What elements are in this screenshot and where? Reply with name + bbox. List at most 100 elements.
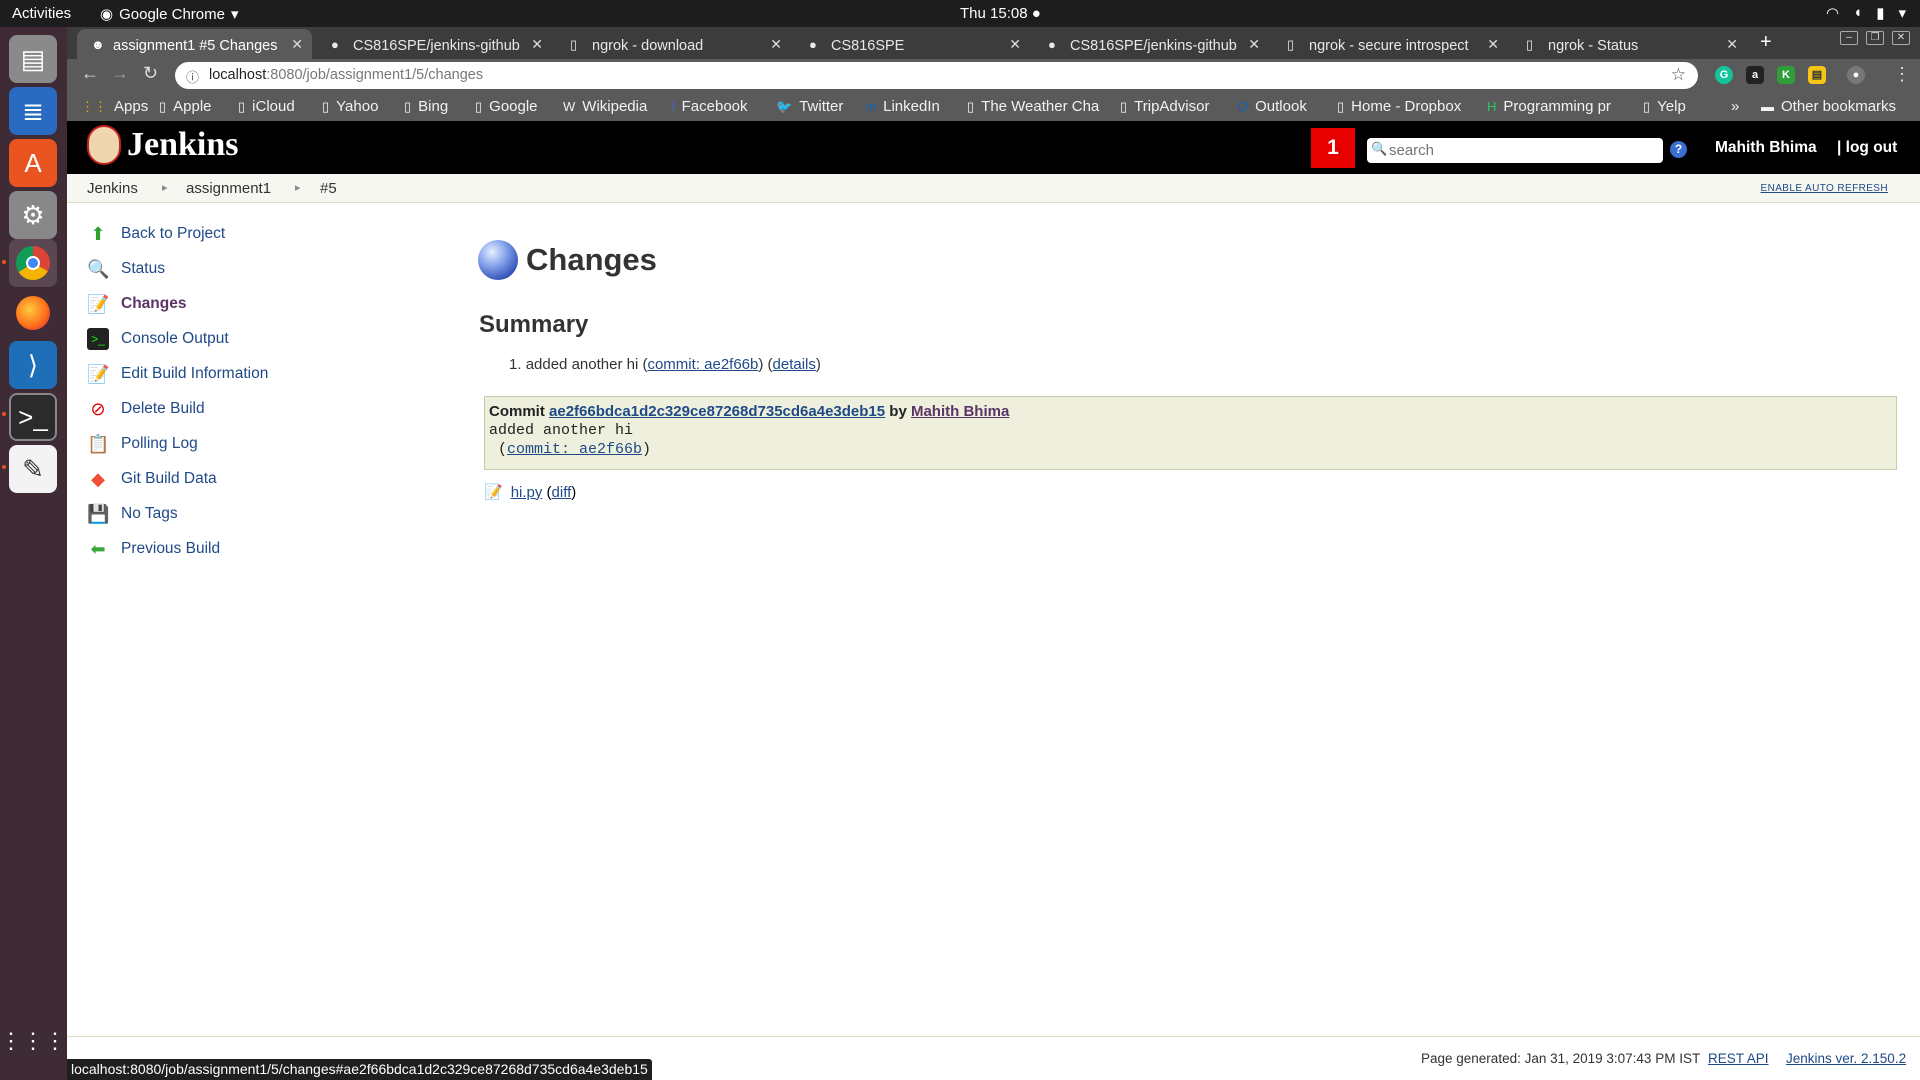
tab-cs816spe[interactable]: ● CS816SPE ✕ — [795, 29, 1030, 59]
system-tray[interactable]: ◠ ◖ ▮ ▾ — [1826, 4, 1906, 22]
chevron-right-icon[interactable]: ▸ — [295, 181, 301, 194]
left-arrow-icon: ⬅ — [90, 539, 106, 559]
clipboard-icon: 📋 — [87, 434, 110, 454]
bookmark-outlook[interactable]: O Outlook — [1238, 98, 1307, 115]
bookmark-yelp[interactable]: ▯ Yelp — [1643, 98, 1686, 115]
notification-badge[interactable]: 1 — [1311, 128, 1355, 168]
search-input[interactable] — [1389, 142, 1649, 159]
bookmark-google[interactable]: ▯ Google — [475, 98, 538, 115]
close-tab-icon[interactable]: ✕ — [531, 36, 543, 53]
new-tab-button[interactable]: + — [1760, 31, 1772, 54]
tab-jenkins-changes[interactable]: ☻ assignment1 #5 Changes ✕ — [77, 29, 312, 59]
enable-auto-refresh-link[interactable]: ENABLE AUTO REFRESH — [1761, 183, 1888, 194]
bookmark-yahoo[interactable]: ▯ Yahoo — [322, 98, 378, 115]
sidebar-item-no-tags[interactable]: 💾 No Tags — [87, 501, 178, 527]
help-icon[interactable]: ? — [1670, 141, 1687, 158]
file-link[interactable]: hi.py — [511, 484, 543, 501]
maximize-button[interactable]: ❐ — [1866, 31, 1884, 45]
extension-k-icon[interactable]: K — [1777, 66, 1795, 84]
extension-icon[interactable]: ▤ — [1808, 66, 1826, 84]
bookmark-weather[interactable]: ▯ The Weather Cha — [967, 98, 1117, 115]
close-tab-icon[interactable]: ✕ — [1487, 36, 1499, 53]
chrome-dock-icon[interactable] — [9, 239, 57, 287]
sidebar-item-git-build-data[interactable]: ◆ Git Build Data — [87, 466, 217, 492]
vscode-icon[interactable]: ⟩ — [9, 341, 57, 389]
reload-icon[interactable]: ↻ — [143, 63, 158, 84]
search-icon: 🔍 — [1371, 141, 1388, 156]
commit-hash-link[interactable]: ae2f66bdca1d2c329ce87268d735cd6a4e3deb15 — [549, 403, 885, 420]
minimize-button[interactable]: – — [1840, 31, 1858, 45]
text-editor-icon[interactable]: ✎ — [9, 445, 57, 493]
other-bookmarks[interactable]: ▬ Other bookmarks — [1761, 98, 1896, 115]
close-tab-icon[interactable]: ✕ — [291, 36, 303, 53]
settings-icon[interactable]: ⚙ — [9, 191, 57, 239]
files-icon[interactable]: ▤ — [9, 35, 57, 83]
profile-avatar[interactable]: ● — [1847, 66, 1865, 84]
user-link[interactable]: Mahith Bhima — [1715, 139, 1817, 157]
sidebar-item-polling-log[interactable]: 📋 Polling Log — [87, 431, 198, 457]
bookmark-bing[interactable]: ▯ Bing — [404, 98, 448, 115]
bookmark-twitter[interactable]: 🐦 Twitter — [776, 98, 843, 115]
info-icon[interactable]: ⓘ — [186, 67, 199, 86]
bookmark-star-icon[interactable]: ☆ — [1671, 65, 1686, 85]
firefox-icon[interactable] — [9, 289, 57, 337]
tab-github-1[interactable]: ● CS816SPE/jenkins-github ✕ — [317, 29, 552, 59]
bookmark-linkedin[interactable]: in LinkedIn — [866, 98, 940, 115]
breadcrumb-jenkins[interactable]: Jenkins — [87, 180, 138, 197]
close-tab-icon[interactable]: ✕ — [770, 36, 782, 53]
bookmark-apple[interactable]: ▯ Apple — [159, 98, 212, 115]
bookmark-programming[interactable]: H Programming pr — [1487, 98, 1662, 115]
sidebar-item-console-output[interactable]: >_ Console Output — [87, 326, 229, 352]
tab-ngrok-download[interactable]: ▯ ngrok - download ✕ — [556, 29, 791, 59]
sidebar-item-changes[interactable]: 📝 Changes — [87, 291, 186, 317]
bookmark-apps[interactable]: ⋮⋮ Apps — [81, 98, 148, 115]
close-tab-icon[interactable]: ✕ — [1009, 36, 1021, 53]
bookmark-dropbox[interactable]: ▯ Home - Dropbox — [1337, 98, 1461, 115]
close-tab-icon[interactable]: ✕ — [1726, 36, 1738, 53]
forward-icon[interactable]: → — [111, 63, 129, 84]
grammarly-icon[interactable]: G — [1715, 66, 1733, 84]
page-icon: ▯ — [1643, 99, 1651, 114]
search-box[interactable]: 🔍 — [1367, 138, 1663, 163]
writer-icon[interactable]: ≣ — [9, 87, 57, 135]
tab-ngrok-status[interactable]: ▯ ngrok - Status ✕ — [1512, 29, 1747, 59]
breadcrumb-build-5[interactable]: #5 — [320, 180, 337, 197]
tab-github-2[interactable]: ● CS816SPE/jenkins-github ✕ — [1034, 29, 1269, 59]
toolbar: ← → ↻ ⓘ localhost:8080/job/assignment1/5… — [67, 59, 1920, 91]
apps-grid-icon: ⋮⋮ — [81, 99, 107, 114]
bookmark-icloud[interactable]: ▯ iCloud — [238, 98, 295, 115]
back-icon[interactable]: ← — [81, 63, 99, 84]
summary-details-link[interactable]: details — [773, 356, 816, 373]
bookmark-facebook[interactable]: f Facebook — [671, 98, 748, 115]
chevron-right-icon[interactable]: ▸ — [162, 181, 168, 194]
sidebar-item-previous-build[interactable]: ⬅ Previous Build — [87, 536, 220, 562]
software-center-icon[interactable]: A — [9, 139, 57, 187]
breadcrumb-assignment1[interactable]: assignment1 — [186, 180, 271, 197]
logout-link[interactable]: | log out — [1837, 139, 1897, 157]
chrome-icon: ◉ — [100, 6, 114, 23]
commit-author-link[interactable]: Mahith Bhima — [911, 403, 1009, 420]
activities-button[interactable]: Activities — [12, 5, 71, 22]
app-menu[interactable]: ◉ Google Chrome ▾ — [100, 5, 239, 24]
summary-commit-link[interactable]: commit: ae2f66b — [647, 356, 758, 373]
bookmark-tripadvisor[interactable]: ▯ TripAdvisor — [1120, 98, 1209, 115]
volume-icon: ◖ — [1853, 4, 1863, 21]
clock[interactable]: Thu 15:08 ● — [960, 5, 1041, 22]
close-window-button[interactable]: ✕ — [1892, 31, 1910, 45]
sidebar-item-delete-build[interactable]: ⊘ Delete Build — [87, 396, 204, 422]
commit-short-link[interactable]: commit: ae2f66b — [507, 441, 642, 458]
tab-ngrok-introspect[interactable]: ▯ ngrok - secure introspect ✕ — [1273, 29, 1508, 59]
amazon-icon[interactable]: a — [1746, 66, 1764, 84]
bookmark-wikipedia[interactable]: W Wikipedia — [563, 98, 647, 115]
sidebar-item-edit-build-information[interactable]: 📝 Edit Build Information — [87, 361, 268, 387]
sidebar-item-status[interactable]: 🔍 Status — [87, 256, 165, 282]
bookmarks-overflow[interactable]: » — [1731, 98, 1739, 115]
terminal-icon[interactable]: >_ — [9, 393, 57, 441]
address-bar[interactable]: ⓘ localhost:8080/job/assignment1/5/chang… — [175, 62, 1698, 89]
app-grid-icon[interactable]: ⋮⋮⋮ — [0, 1017, 66, 1065]
close-tab-icon[interactable]: ✕ — [1248, 36, 1260, 53]
jenkins-logo[interactable]: Jenkins — [87, 125, 239, 165]
menu-icon[interactable]: ⋮ — [1893, 64, 1911, 85]
diff-link[interactable]: diff — [552, 484, 572, 501]
sidebar-item-back-to-project[interactable]: ⬆ Back to Project — [87, 221, 225, 247]
